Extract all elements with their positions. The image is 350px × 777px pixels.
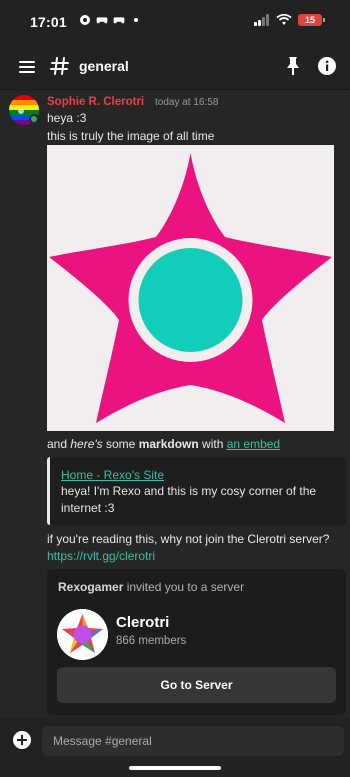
embed-title-link[interactable]: Home - Rexo's Site	[61, 468, 164, 482]
snowflake-icon	[80, 15, 90, 25]
message-text: this is truly the image of all time	[47, 129, 215, 143]
message-composer: Message #general	[0, 718, 350, 777]
invite-link[interactable]: https://rvlt.gg/clerotri	[47, 549, 155, 563]
markdown-message: and here's some markdown with an embed	[47, 437, 281, 451]
controller-icon	[96, 17, 108, 24]
go-to-server-button[interactable]: Go to Server	[57, 667, 336, 703]
server-invite-card: Rexogamer invited you to a server Clerot…	[47, 569, 346, 715]
embed-link[interactable]: an embed	[227, 437, 280, 451]
invite-message: if you're reading this, why not join the…	[47, 532, 330, 563]
embed-description: heya! I'm Rexo and this is my cosy corne…	[61, 484, 317, 515]
menu-icon[interactable]	[18, 59, 36, 75]
clerotri-star-icon	[57, 609, 108, 660]
hash-icon	[50, 57, 69, 75]
link-embed: Home - Rexo's Site heya! I'm Rexo and th…	[47, 457, 346, 525]
system-status: 15	[254, 14, 325, 26]
status-bar: 17:01 15	[0, 0, 350, 44]
message-text: heya :3	[47, 111, 87, 125]
info-icon[interactable]	[317, 56, 337, 76]
notification-icons	[79, 14, 138, 26]
image-attachment[interactable]	[47, 145, 334, 431]
invite-heading: Rexogamer invited you to a server	[58, 580, 245, 594]
server-icon	[57, 609, 108, 660]
wifi-icon	[276, 14, 292, 25]
pin-icon[interactable]	[284, 56, 302, 76]
message-timestamp: today at 16:58	[155, 97, 219, 108]
battery-icon: 15	[298, 14, 325, 26]
add-attachment-icon[interactable]	[13, 731, 31, 749]
controller-icon	[113, 17, 125, 24]
member-count: 866 members	[116, 635, 187, 647]
channel-header: general	[0, 44, 350, 90]
server-name: Clerotri	[116, 614, 170, 631]
channel-name: general	[79, 58, 129, 74]
star-logo-image	[49, 153, 332, 423]
signal-icon	[254, 14, 269, 26]
message-list[interactable]: Sophie R. Clerotri today at 16:58 heya :…	[0, 90, 350, 718]
message-input[interactable]: Message #general	[42, 726, 344, 756]
status-time: 17:01	[30, 14, 67, 30]
online-status-indicator	[29, 114, 39, 124]
message-author[interactable]: Sophie R. Clerotri	[47, 96, 144, 108]
more-dot-icon	[134, 18, 138, 22]
home-indicator[interactable]	[129, 766, 221, 770]
app-screen: 17:01 15 general Sophie R. Clerotri toda…	[0, 0, 350, 777]
